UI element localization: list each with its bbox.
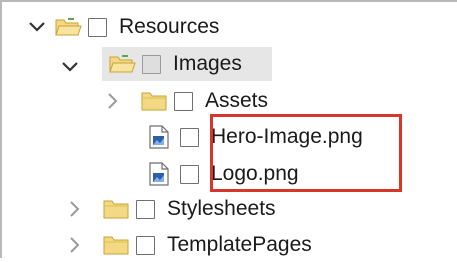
tree-node-label: Images [173,52,242,75]
templatepages-checkbox[interactable] [136,235,155,255]
folder-icon [140,89,168,113]
tree-node-label: Stylesheets [167,197,276,220]
hero-image-checkbox[interactable] [180,127,199,147]
tree-node-resources[interactable]: Resources [26,10,219,44]
chevron-right-icon[interactable] [64,234,86,256]
tree-node-label: Hero-Image.png [211,125,363,148]
image-file-icon [148,124,170,150]
folder-icon [102,197,130,221]
tree-view: Resources Images Assets Hero-Image.png L… [0,0,457,258]
chevron-right-icon[interactable] [64,198,86,220]
chevron-down-icon[interactable] [62,59,78,77]
tree-node-images[interactable]: Images [102,47,272,81]
tree-node-label: TemplatePages [167,233,312,256]
tree-node-stylesheets[interactable]: Stylesheets [64,192,276,226]
tree-node-assets[interactable]: Assets [102,84,268,118]
tree-node-logo[interactable]: Logo.png [148,157,299,191]
stylesheets-checkbox[interactable] [136,199,155,219]
assets-checkbox[interactable] [174,91,193,111]
resources-checkbox[interactable] [88,17,107,37]
image-file-icon [148,161,170,187]
folder-open-icon [54,15,82,39]
images-checkbox[interactable] [142,54,161,74]
chevron-down-icon[interactable] [26,16,48,38]
tree-node-label: Assets [205,89,269,112]
tree-node-label: Resources [119,15,220,38]
tree-node-templatepages[interactable]: TemplatePages [64,228,312,262]
folder-icon [102,233,130,257]
tree-node-hero-image[interactable]: Hero-Image.png [148,120,363,154]
folder-open-icon [108,52,136,76]
chevron-right-icon[interactable] [102,90,124,112]
tree-node-label: Logo.png [211,162,299,185]
logo-checkbox[interactable] [180,164,199,184]
